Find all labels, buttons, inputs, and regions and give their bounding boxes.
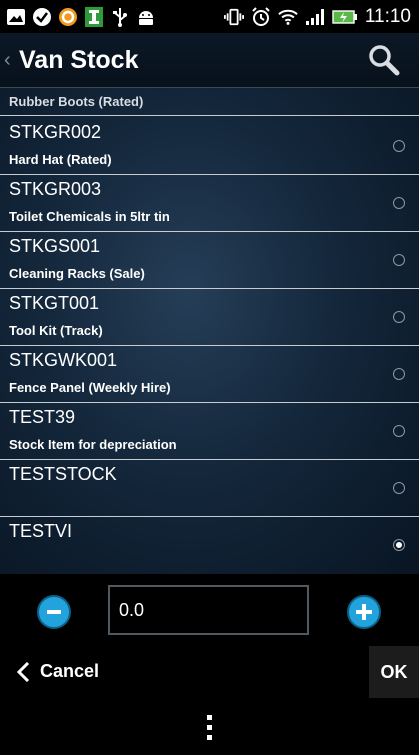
item-description: Toilet Chemicals in 5ltr tin: [9, 209, 170, 224]
list-item[interactable]: STKGWK001 Fence Panel (Weekly Hire): [0, 345, 419, 403]
item-description: Tool Kit (Track): [9, 323, 103, 338]
item-code: STKGR002: [9, 122, 102, 142]
item-code: TESTSTOCK: [9, 464, 117, 484]
cancel-label: Cancel: [40, 661, 100, 681]
item-description: Cleaning Racks (Sale): [9, 266, 145, 281]
navigation-bar: [0, 699, 419, 755]
signal-icon: [305, 7, 325, 27]
item-code: TESTVI: [9, 521, 73, 541]
overflow-menu-icon[interactable]: [207, 715, 212, 741]
minus-icon: [47, 610, 61, 614]
wifi-icon: [278, 7, 298, 27]
cancel-button[interactable]: Cancel: [16, 644, 99, 699]
action-bar: ‹ Van Stock: [0, 33, 419, 88]
page-title[interactable]: Van Stock: [19, 46, 139, 75]
alarm-icon: [251, 6, 271, 27]
radio-button[interactable]: [393, 482, 405, 494]
item-code: STKGWK001: [9, 350, 118, 370]
item-code: STKGR003: [9, 179, 102, 199]
status-bar: 11:10: [0, 0, 419, 33]
item-description: Hard Hat (Rated): [9, 152, 112, 167]
clock: 11:10: [364, 5, 411, 27]
list-item[interactable]: TEST39 Stock Item for depreciation: [0, 402, 419, 460]
list-item[interactable]: STKGR002 Hard Hat (Rated): [0, 117, 419, 175]
sync-icon: [58, 7, 78, 27]
list-item[interactable]: Rubber Boots (Rated): [0, 88, 419, 116]
up-caret-icon[interactable]: ‹: [4, 49, 16, 72]
image-icon: [6, 7, 26, 27]
increment-button[interactable]: [347, 595, 381, 629]
item-code: STKGT001: [9, 293, 100, 313]
search-icon[interactable]: [367, 43, 401, 77]
radio-button[interactable]: [393, 368, 405, 380]
list-item[interactable]: STKGT001 Tool Kit (Track): [0, 288, 419, 346]
quantity-stepper: 0.0: [0, 574, 419, 644]
vibrate-icon: [223, 7, 244, 27]
battery-icon: [332, 7, 358, 27]
ok-button[interactable]: OK: [369, 646, 419, 698]
stock-list[interactable]: Rubber Boots (Rated) STKGR002 Hard Hat (…: [0, 88, 419, 574]
radio-button[interactable]: [393, 425, 405, 437]
decrement-button[interactable]: [37, 595, 71, 629]
list-item-selected[interactable]: TESTVI: [0, 516, 419, 573]
usb-icon: [110, 7, 130, 27]
android-icon: [136, 7, 156, 27]
radio-button-selected[interactable]: [393, 539, 405, 551]
quantity-input[interactable]: 0.0: [108, 585, 309, 635]
item-code: TEST39: [9, 407, 76, 427]
dialog-footer: Cancel OK: [0, 644, 419, 699]
item-code: STKGS001: [9, 236, 101, 256]
item-description: Stock Item for depreciation: [9, 437, 177, 452]
list-item[interactable]: STKGS001 Cleaning Racks (Sale): [0, 231, 419, 289]
chevron-left-icon: [16, 661, 30, 682]
item-description: Rubber Boots (Rated): [9, 94, 144, 109]
radio-button[interactable]: [393, 311, 405, 323]
radio-button[interactable]: [393, 254, 405, 266]
plus-icon: [356, 604, 372, 620]
app-icon: [84, 6, 104, 27]
check-icon: [32, 7, 52, 27]
radio-button[interactable]: [393, 140, 405, 152]
radio-button[interactable]: [393, 197, 405, 209]
list-item[interactable]: STKGR003 Toilet Chemicals in 5ltr tin: [0, 174, 419, 232]
item-description: Fence Panel (Weekly Hire): [9, 380, 171, 395]
list-item[interactable]: TESTSTOCK: [0, 459, 419, 517]
